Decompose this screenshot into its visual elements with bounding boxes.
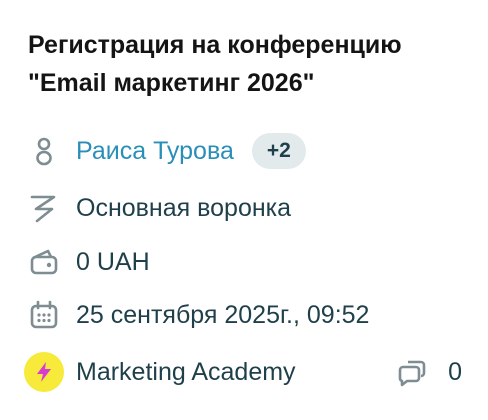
deal-datetime: 25 сентября 2025г., 09:52	[76, 300, 370, 329]
company-row: Marketing Academy	[24, 352, 296, 392]
amount-row: 0 UAH	[28, 244, 150, 280]
pipeline-row: Основная воронка	[28, 190, 291, 226]
deal-title-line1: Регистрация на конференцию	[28, 31, 402, 59]
company-name-link[interactable]: Marketing Academy	[76, 358, 296, 387]
chat-bubbles-icon	[396, 356, 428, 388]
contact-row: Раиса Турова +2	[28, 133, 306, 169]
deal-title: Регистрация на конференцию "Email маркет…	[28, 26, 468, 102]
comments-counter[interactable]: 0	[396, 354, 462, 390]
contact-name-link[interactable]: Раиса Турова	[76, 137, 234, 166]
calendar-icon	[28, 299, 60, 331]
wallet-icon	[28, 246, 60, 278]
date-row: 25 сентября 2025г., 09:52	[28, 297, 369, 333]
comments-count: 0	[448, 357, 462, 386]
person-icon	[28, 135, 60, 167]
deal-card: Регистрация на конференцию "Email маркет…	[0, 0, 488, 420]
deal-title-line2: "Email маркетинг 2026"	[28, 69, 315, 97]
pipeline-name: Основная воронка	[76, 193, 292, 222]
more-contacts-badge[interactable]: +2	[251, 133, 306, 169]
funnel-bolt-icon	[28, 192, 60, 224]
amount-value: 0 UAH	[76, 247, 150, 276]
lightning-icon	[24, 352, 64, 392]
